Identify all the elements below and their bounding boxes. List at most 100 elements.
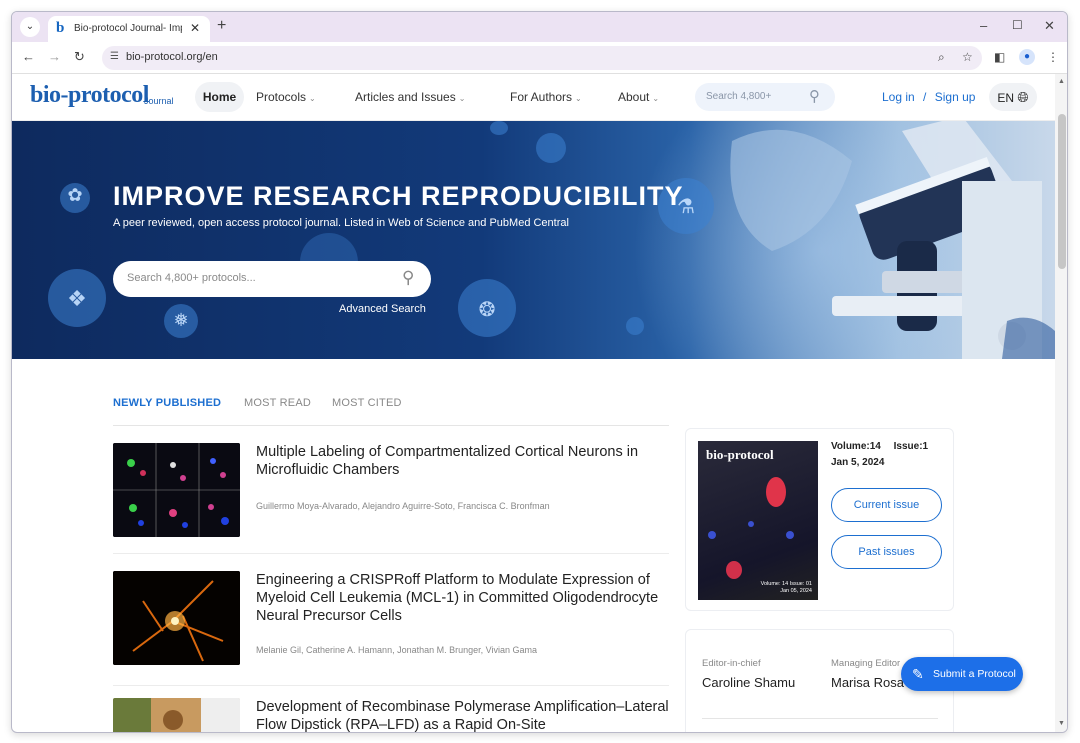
cover-issue: Issue: 01 [789,581,812,587]
browser-window: ⌄ b Bio-protocol Journal- Improv ✕ + – ☐… [11,11,1068,733]
hero-bubble [490,121,508,135]
cover-cell [766,477,786,507]
cover-cell [786,531,794,539]
cover-cell [708,531,716,539]
microscopy-grid-image [113,443,240,537]
hero-subtitle: A peer reviewed, open access protocol jo… [113,217,569,229]
tab-most-read[interactable]: MOST READ [244,397,311,409]
article-separator [113,553,669,554]
article-item[interactable]: Engineering a CRISPRoff Platform to Modu… [113,571,671,686]
hero-search-input[interactable]: Search 4,800+ protocols... ⚲ [113,261,431,297]
submit-protocol-button[interactable]: ✎ Submit a Protocol [901,657,1023,691]
close-window-icon[interactable]: ✕ [1044,18,1055,34]
site-logo[interactable]: bio-protocol [30,82,149,109]
chevron-down-icon: ⌄ [652,94,660,103]
bookmark-star-icon[interactable]: ☆ [962,50,973,64]
nav-about[interactable]: About ⌄ [618,90,659,104]
search-icon[interactable]: ⚲ [402,268,414,288]
hero-banner: ✿ ❖ ❅ ❂ ⚗ IMPROVE RESEARCH REPRODUCIBILI… [12,121,1055,359]
managing-editor-name[interactable]: Marisa Rosa [831,675,904,690]
hero-title: IMPROVE RESEARCH REPRODUCIBILITY [113,181,684,211]
tab-most-cited[interactable]: MOST CITED [332,397,402,409]
nav-articles-issues[interactable]: Articles and Issues ⌄ [355,90,465,104]
article-thumbnail[interactable] [113,698,240,732]
favicon-icon: b [56,20,65,36]
globe-icon: 🌐︎ [1017,89,1029,105]
maximize-icon[interactable]: ☐ [1012,18,1023,32]
hero-bubble [626,317,644,335]
editor-in-chief-name[interactable]: Caroline Shamu [702,675,795,690]
past-issues-button[interactable]: Past issues [831,535,942,569]
article-title[interactable]: Multiple Labeling of Compartmentalized C… [256,443,671,479]
login-link[interactable]: Log in [882,90,915,104]
forward-icon[interactable]: → [48,49,61,64]
new-tab-icon[interactable]: + [217,17,226,35]
scroll-up-icon[interactable]: ▲ [1058,78,1065,85]
managing-editor-label: Managing Editor [831,658,901,669]
site-header: bio-protocol Journal Home Protocols ⌄ Art… [12,74,1055,121]
article-item[interactable]: Multiple Labeling of Compartmentalized C… [113,443,671,554]
article-authors: Guillermo Moya-Alvarado, Alejandro Aguir… [256,501,550,511]
url-text[interactable]: bio-protocol.org/en [126,51,218,63]
cell-icon: ✿ [67,185,83,205]
tab-newly-published[interactable]: NEWLY PUBLISHED [113,397,221,409]
tab-menu-icon[interactable]: ⌄ [20,17,40,37]
zoom-icon[interactable]: ⌕ [938,50,945,65]
cover-meta: Volume: 14 Issue: 01 Jan 05, 2024 [761,581,812,595]
current-issue-button[interactable]: Current issue [831,488,942,522]
issue-cover[interactable]: bio-protocol Volume: 14 Issue: 01 Jan 05… [698,441,818,600]
minimize-icon[interactable]: – [980,18,987,33]
nav-protocols[interactable]: Protocols ⌄ [256,90,316,104]
close-icon[interactable]: ✕ [190,21,200,35]
nav-articles-label: Articles and Issues [355,90,456,104]
article-authors: Melanie Gil, Catherine A. Hamann, Jonath… [256,645,537,655]
article-separator [113,685,669,686]
issue-number: Issue:1 [893,441,929,452]
advanced-search-link[interactable]: Advanced Search [339,303,426,315]
address-bar[interactable]: ☰ bio-protocol.org/en ⌕ ☆ [102,46,982,70]
site-info-icon[interactable]: ☰ [110,51,119,62]
cover-cell [748,521,754,527]
article-item[interactable]: Development of Recombinase Polymerase Am… [113,698,671,732]
article-title[interactable]: Engineering a CRISPRoff Platform to Modu… [256,571,671,625]
article-title[interactable]: Development of Recombinase Polymerase Am… [256,698,671,732]
language-selector[interactable]: EN 🌐︎ [989,83,1037,111]
profile-icon[interactable]: ● [1019,49,1035,65]
nav-home[interactable]: Home [195,82,244,112]
hero-search-placeholder: Search 4,800+ protocols... [127,272,256,284]
scroll-down-icon[interactable]: ▼ [1058,720,1065,727]
issue-date: Jan 5, 2024 [831,457,885,468]
issue-volume-line: Volume:14 Issue:1 [831,441,928,452]
browser-toolbar: ← → ↻ ☰ bio-protocol.org/en ⌕ ☆ ◧ ● ⋮ [12,42,1067,74]
fluorescence-image [113,571,240,665]
editor-in-chief-label: Editor-in-chief [702,658,761,669]
browser-tab[interactable]: b Bio-protocol Journal- Improv ✕ [48,16,210,42]
search-icon[interactable]: ⚲ [809,87,820,105]
chevron-down-icon: ⌄ [309,94,316,103]
molecule-icon: ❅ [173,310,189,330]
signup-link[interactable]: Sign up [935,90,976,104]
submit-protocol-label: Submit a Protocol [933,668,1016,680]
header-search-input[interactable]: Search 4,800+ ⚲ [695,83,835,111]
editor-separator [702,718,938,719]
article-thumbnail[interactable] [113,571,240,665]
current-issue-card: bio-protocol Volume: 14 Issue: 01 Jan 05… [685,428,954,611]
logo-subtitle: Journal [144,96,174,106]
nav-for-authors[interactable]: For Authors ⌄ [510,90,582,104]
tab-title: Bio-protocol Journal- Improv [74,23,182,34]
plant-sample-image [113,698,240,732]
scroll-thumb[interactable] [1058,114,1066,269]
cover-date: Jan 05, 2024 [780,588,812,594]
article-thumbnail[interactable] [113,443,240,537]
side-panel-icon[interactable]: ◧ [994,50,1005,64]
tabs-divider [113,425,669,426]
chevron-down-icon: ⌄ [458,94,466,103]
more-menu-icon[interactable]: ⋮ [1047,50,1059,64]
page-scrollbar[interactable]: ▲ ▼ [1055,74,1067,732]
dna-icon: ❖ [67,286,87,311]
microscope-image [730,121,1055,359]
reload-icon[interactable]: ↻ [74,49,85,65]
nav-protocols-label: Protocols [256,90,307,104]
back-icon[interactable]: ← [22,49,35,64]
network-icon: ❂ [478,299,496,321]
